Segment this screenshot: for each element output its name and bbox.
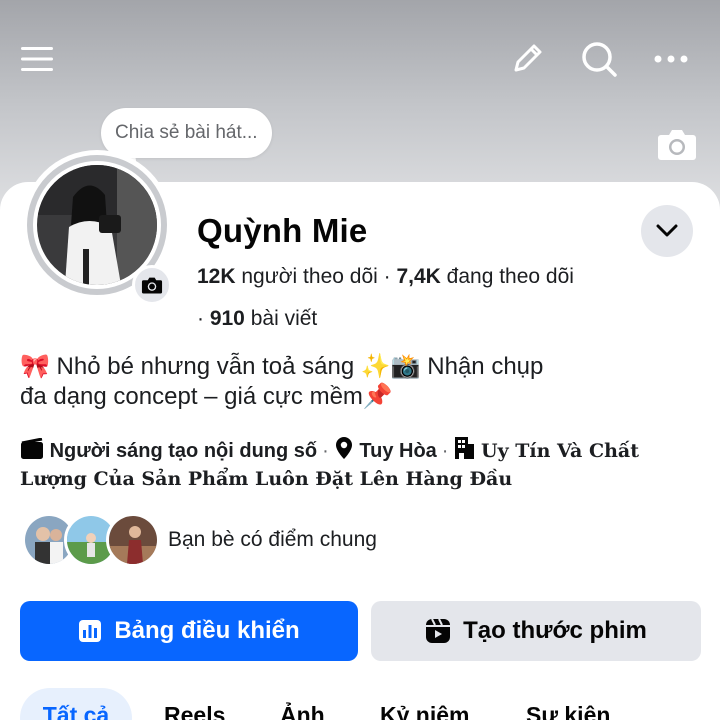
mutual-friends-label: Bạn bè có điểm chung <box>168 528 377 551</box>
dashboard-label: Bảng điều khiển <box>114 617 300 644</box>
stat-separator: · <box>197 307 210 330</box>
clapperboard-icon <box>21 437 43 459</box>
profile-name: Quỳnh Mie <box>197 212 368 249</box>
more-dots-icon <box>654 55 688 63</box>
share-song-bubble[interactable]: Chia sẻ bài hát... <box>101 108 272 158</box>
location-pin-icon <box>335 437 352 459</box>
followers-count[interactable]: 12K <box>197 265 236 288</box>
following-label[interactable]: đang theo dõi <box>441 265 574 288</box>
dashboard-chart-icon <box>79 620 102 642</box>
post-stats: · 910 bài viết <box>197 307 317 331</box>
hamburger-menu-icon <box>21 47 53 71</box>
creator-category: Người sáng tạo nội dung số <box>49 440 318 462</box>
tab-memories[interactable]: Kỷ niệm <box>380 688 469 720</box>
stat-separator: · <box>377 265 397 288</box>
follow-stats: 12K người theo dõi · 7,4K đang theo dõi <box>197 265 574 289</box>
bio-line-1: 🎀 Nhỏ bé nhưng vẫn toả sáng ✨📸 Nhận chụp <box>20 353 544 380</box>
reel-icon <box>426 618 451 643</box>
cover-camera-button[interactable] <box>654 122 700 166</box>
avatar <box>37 165 157 285</box>
chevron-down-icon <box>656 224 678 237</box>
profile-dropdown-button[interactable] <box>641 205 693 257</box>
bio-line-2: đa dạng concept – giá cực mềm📌 <box>20 383 393 410</box>
tab-reels[interactable]: Reels <box>164 688 225 720</box>
search-button[interactable] <box>576 36 622 82</box>
avatar-camera-button[interactable] <box>132 265 172 305</box>
mutual-friends[interactable]: Bạn bè có điểm chung <box>22 512 377 568</box>
menu-button[interactable] <box>14 36 60 82</box>
building-icon <box>455 437 475 459</box>
followers-label[interactable]: người theo dõi <box>236 265 377 288</box>
share-song-label: Chia sẻ bài hát... <box>115 122 258 143</box>
more-button[interactable] <box>648 36 694 82</box>
following-count[interactable]: 7,4K <box>396 265 440 288</box>
edit-button[interactable] <box>504 36 550 82</box>
camera-icon <box>141 277 163 294</box>
profile-tabs: Tất cả Reels Ảnh Kỷ niệm Sự kiện <box>0 688 720 720</box>
profile-details: Người sáng tạo nội dung số · Tuy Hòa · Uy … <box>20 436 710 493</box>
mutual-friend-avatar <box>106 513 160 567</box>
profile-bio: 🎀 Nhỏ bé nhưng vẫn toả sáng ✨📸 Nhận chụp… <box>20 352 620 412</box>
tab-events[interactable]: Sự kiện <box>526 688 610 720</box>
tab-photos[interactable]: Ảnh <box>280 688 325 720</box>
location-text[interactable]: Tuy Hòa <box>359 440 436 462</box>
tab-all[interactable]: Tất cả <box>20 688 132 720</box>
search-icon <box>582 42 617 77</box>
posts-label: bài viết <box>244 307 318 330</box>
create-reel-label: Tạo thước phim <box>463 617 647 644</box>
dashboard-button[interactable]: Bảng điều khiển <box>20 601 358 661</box>
create-reel-button[interactable]: Tạo thước phim <box>371 601 701 661</box>
camera-icon <box>658 130 696 160</box>
pencil-icon <box>514 44 542 72</box>
posts-count: 910 <box>209 307 245 330</box>
